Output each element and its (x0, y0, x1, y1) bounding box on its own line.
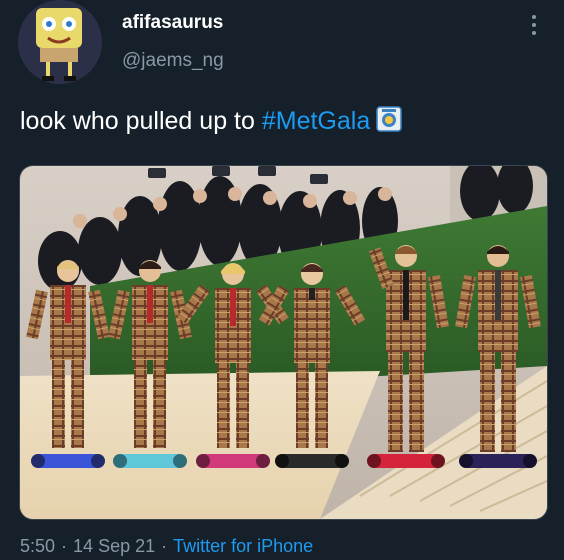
tweet-text: look who pulled up to #MetGala (20, 106, 402, 136)
user-handle[interactable]: @jaems_ng (122, 50, 224, 72)
hashtag-link[interactable]: #MetGala (262, 107, 370, 135)
tweet-date[interactable]: 14 Sep 21 (73, 536, 155, 556)
tweet-source-link[interactable]: Twitter for iPhone (173, 536, 313, 556)
display-name[interactable]: afifasaurus (122, 12, 223, 34)
tweet-metadata: 5:50 · 14 Sep 21 · Twitter for iPhone (20, 536, 313, 557)
metgala-badge-icon[interactable] (376, 106, 402, 132)
media-photo (20, 166, 547, 519)
meta-separator: · (161, 536, 168, 556)
avatar[interactable] (18, 0, 102, 84)
tweet-card: afifasaurus @jaems_ng look who pulled up… (0, 0, 564, 560)
tweet-time[interactable]: 5:50 (20, 536, 55, 556)
tweet-text-body: look who pulled up to (20, 107, 262, 135)
meta-separator: · (61, 536, 68, 556)
more-options-icon[interactable] (522, 10, 546, 40)
tweet-media-image[interactable] (19, 165, 548, 520)
avatar-image (18, 0, 102, 84)
